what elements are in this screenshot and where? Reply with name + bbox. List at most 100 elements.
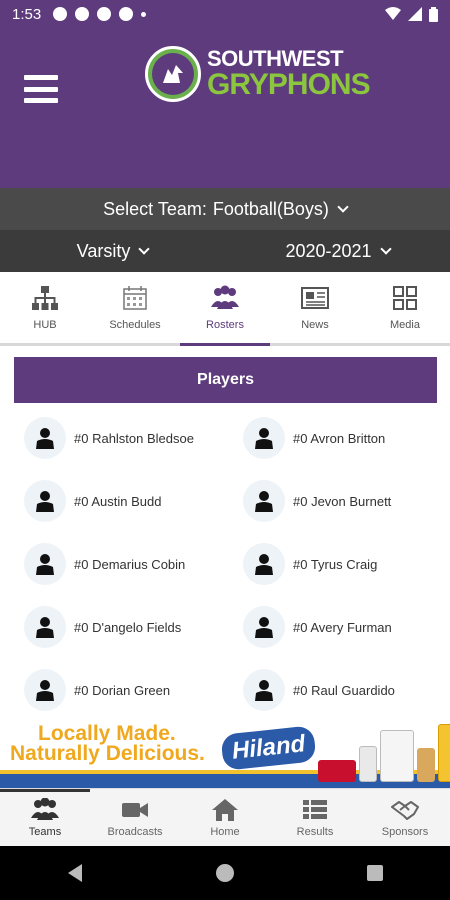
ad-brand-logo: Hiland xyxy=(220,725,317,771)
tab-label: HUB xyxy=(33,318,57,331)
player-item[interactable]: #0 Rahlston Bledsoe xyxy=(24,414,239,462)
nav-home[interactable]: Home xyxy=(180,789,270,846)
players-header: Players xyxy=(14,357,437,403)
tab-schedules[interactable]: Schedules xyxy=(90,272,180,343)
season-select-value: 2020-2021 xyxy=(285,240,372,261)
teams-icon xyxy=(31,797,59,820)
tab-media[interactable]: Media xyxy=(360,272,450,343)
tab-hub[interactable]: HUB xyxy=(0,272,90,343)
nav-label: Teams xyxy=(28,825,62,838)
school-logo: SOUTHWEST GRYPHONS xyxy=(145,46,371,102)
tab-label: Media xyxy=(390,318,420,331)
section-tabs: HUB Schedules Rosters News Media xyxy=(0,272,450,346)
person-icon xyxy=(243,606,285,648)
nav-sponsors[interactable]: Sponsors xyxy=(360,789,450,846)
tab-label: Rosters xyxy=(206,318,244,331)
more-notifications-icon xyxy=(141,11,147,17)
newspaper-icon xyxy=(301,286,329,309)
ad-products-image xyxy=(318,724,450,782)
list-icon xyxy=(303,799,327,819)
player-item[interactable]: #0 Raul Guardido xyxy=(243,666,450,714)
nav-label: Home xyxy=(210,825,240,838)
player-name: #0 Avron Britton xyxy=(293,430,386,446)
back-triangle-icon xyxy=(68,864,82,882)
person-icon xyxy=(24,417,66,459)
chevron-down-icon xyxy=(138,243,151,255)
status-bar: 1:53 xyxy=(0,0,450,28)
level-select-value: Varsity xyxy=(76,240,131,261)
nav-broadcasts[interactable]: Broadcasts xyxy=(90,789,180,846)
level-select[interactable]: Varsity xyxy=(0,241,225,262)
recents-square-icon xyxy=(367,865,383,881)
player-item[interactable]: #0 Avery Furman xyxy=(243,603,450,651)
sync-icon xyxy=(119,7,134,21)
player-name: #0 Tyrus Craig xyxy=(293,556,378,572)
player-item[interactable]: #0 Avron Britton xyxy=(243,414,450,462)
app-header: SOUTHWEST GRYPHONS xyxy=(0,28,450,188)
notification-icons xyxy=(53,7,147,21)
player-name: #0 Raul Guardido xyxy=(293,682,395,698)
logo-text-bottom: GRYPHONS xyxy=(207,68,371,101)
tab-news[interactable]: News xyxy=(270,272,360,343)
home-system-button[interactable] xyxy=(205,853,245,893)
signal-icon xyxy=(408,7,422,21)
menu-icon[interactable] xyxy=(24,75,58,103)
team-select[interactable]: Select Team: Football(Boys) xyxy=(0,188,450,230)
tab-rosters[interactable]: Rosters xyxy=(180,272,270,346)
player-item[interactable]: #0 Jevon Burnett xyxy=(243,477,450,525)
person-icon xyxy=(243,669,285,711)
person-icon xyxy=(24,606,66,648)
logo-text-top: SOUTHWEST xyxy=(207,46,344,71)
notification-icon xyxy=(75,7,90,21)
person-icon xyxy=(24,669,66,711)
player-item[interactable]: #0 D'angelo Fields xyxy=(24,603,239,651)
wifi-icon xyxy=(385,7,401,20)
nav-label: Results xyxy=(296,825,334,838)
tab-label: Schedules xyxy=(109,318,161,331)
sponsor-ad-banner[interactable]: Locally Made. Naturally Delicious. Hilan… xyxy=(0,718,450,788)
filter-bar: Varsity 2020-2021 xyxy=(0,230,450,272)
ad-tagline-2: Naturally Delicious. xyxy=(10,742,205,765)
player-name: #0 Austin Budd xyxy=(74,493,162,509)
player-name: #0 D'angelo Fields xyxy=(74,619,182,635)
calendar-icon xyxy=(123,285,147,310)
bottom-navigation: Teams Broadcasts Home Results Sponsors xyxy=(0,788,450,846)
nav-teams[interactable]: Teams xyxy=(0,789,90,846)
grid-icon xyxy=(393,285,417,310)
video-camera-icon xyxy=(122,802,148,817)
back-button[interactable] xyxy=(55,853,95,893)
home-icon xyxy=(212,798,238,821)
players-list: #0 Rahlston Bledsoe #0 Avron Britton #0 … xyxy=(0,408,450,718)
player-name: #0 Avery Furman xyxy=(293,619,392,635)
nav-label: Sponsors xyxy=(381,825,429,838)
nav-results[interactable]: Results xyxy=(270,789,360,846)
person-icon xyxy=(24,480,66,522)
system-navigation-bar xyxy=(0,846,450,900)
handshake-icon xyxy=(391,800,419,820)
system-status xyxy=(385,6,438,22)
gryphon-emblem-icon xyxy=(145,46,201,102)
player-name: #0 Dorian Green xyxy=(74,682,171,698)
home-circle-icon xyxy=(216,864,234,882)
chevron-down-icon xyxy=(337,201,349,213)
season-select[interactable]: 2020-2021 xyxy=(225,241,450,262)
nav-label: Broadcasts xyxy=(107,825,163,838)
team-select-value: Football(Boys) xyxy=(212,198,329,219)
people-icon xyxy=(211,285,239,309)
settings-icon xyxy=(53,7,68,21)
battery-icon xyxy=(429,6,438,22)
recents-button[interactable] xyxy=(355,853,395,893)
player-item[interactable]: #0 Tyrus Craig xyxy=(243,540,450,588)
player-name: #0 Rahlston Bledsoe xyxy=(74,430,194,446)
tab-label: News xyxy=(301,318,329,331)
shield-icon xyxy=(97,7,112,21)
player-item[interactable]: #0 Austin Budd xyxy=(24,477,239,525)
team-select-label: Select Team: xyxy=(103,198,207,219)
player-item[interactable]: #0 Demarius Cobin xyxy=(24,540,239,588)
person-icon xyxy=(243,417,285,459)
player-item[interactable]: #0 Dorian Green xyxy=(24,666,239,714)
chevron-down-icon xyxy=(379,243,392,255)
status-time: 1:53 xyxy=(12,5,42,23)
player-name: #0 Demarius Cobin xyxy=(74,556,186,572)
person-icon xyxy=(243,480,285,522)
